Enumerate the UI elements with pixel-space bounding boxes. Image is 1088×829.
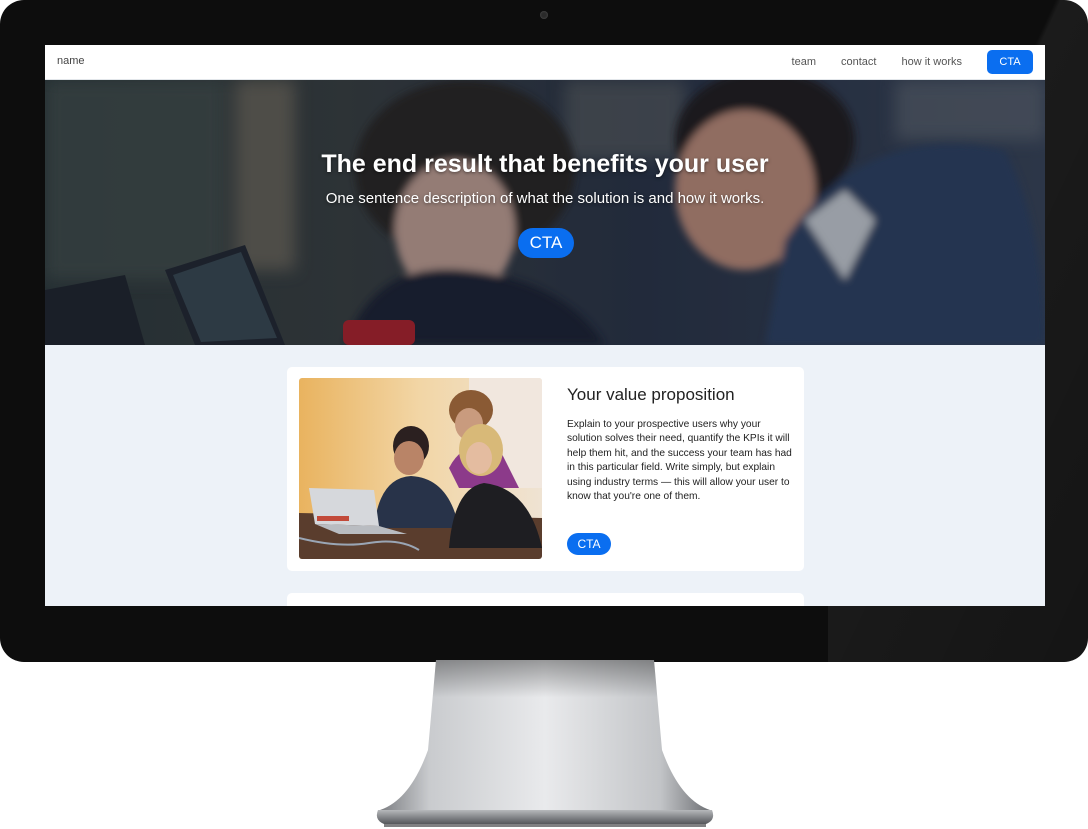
screen: name team contact how it works CTA The e… [45,45,1045,606]
brand-name[interactable]: name [57,55,85,67]
hero-section: The end result that benefits your user O… [45,80,1045,345]
hero-background-photo [45,80,1045,345]
hero-cta-button[interactable]: CTA [518,228,574,258]
nav-link-team[interactable]: team [792,56,816,68]
value-cta-button[interactable]: CTA [567,533,611,555]
hero-title: The end result that benefits your user [321,150,769,178]
next-section-card [287,593,804,606]
monitor-bezel: name team contact how it works CTA The e… [0,0,1088,662]
monitor-stand [376,660,714,827]
value-proposition-card: Your value proposition Explain to your p… [287,367,804,571]
navbar: name team contact how it works CTA [45,45,1045,80]
nav-links: team contact how it works CTA [792,49,1033,75]
nav-link-how-it-works[interactable]: how it works [901,56,962,68]
team-photo [299,378,542,559]
nav-cta-button[interactable]: CTA [987,50,1033,74]
nav-link-contact[interactable]: contact [841,56,876,68]
value-title: Your value proposition [567,385,735,404]
hero-subtitle: One sentence description of what the sol… [325,190,765,207]
value-description: Explain to your prospective users why yo… [567,419,792,503]
camera-icon [540,11,548,19]
